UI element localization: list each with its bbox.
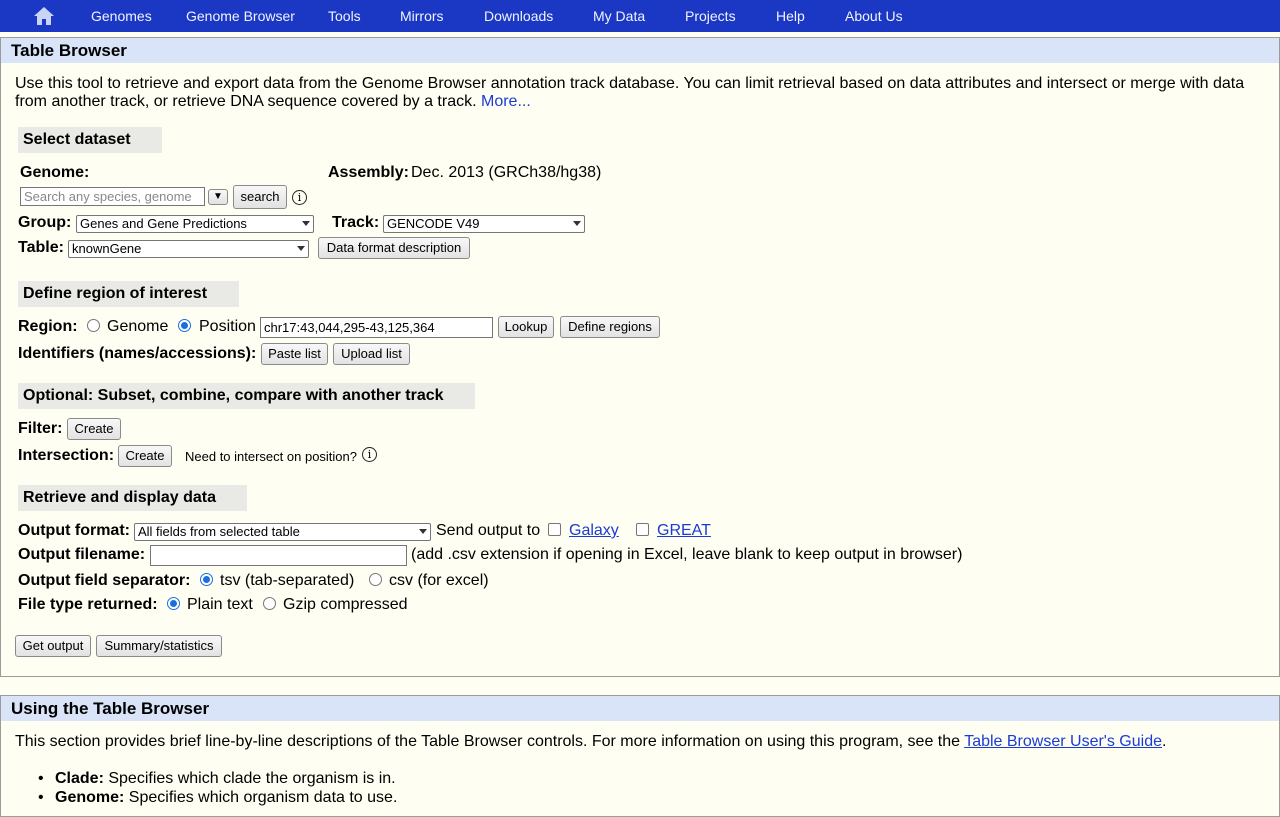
lookup-button[interactable]: Lookup <box>498 316 554 338</box>
panel-title: Using the Table Browser <box>1 696 1279 721</box>
assembly-label: Assembly: <box>328 164 409 181</box>
house-icon[interactable] <box>33 6 55 26</box>
output-filename-input[interactable] <box>150 545 407 566</box>
using-intro-text: This section provides brief line-by-line… <box>15 733 1167 750</box>
filter-create-button[interactable]: Create <box>67 418 121 440</box>
send-output-label: Send output to <box>436 522 541 539</box>
retrieve-heading: Retrieve and display data <box>18 485 247 511</box>
top-nav-bar: Genomes Genome Browser Tools Mirrors Dow… <box>0 0 1280 32</box>
summary-statistics-button[interactable]: Summary/statistics <box>96 635 222 657</box>
filter-label: Filter: <box>18 420 63 437</box>
nav-help[interactable]: Help <box>776 8 805 24</box>
upload-list-button[interactable]: Upload list <box>333 343 410 365</box>
panel-title: Table Browser <box>1 38 1279 63</box>
nav-projects[interactable]: Projects <box>685 8 736 24</box>
chevron-down-icon <box>297 246 305 251</box>
plain-text-label: Plain text <box>187 596 253 613</box>
list-item: • Clade: Specifies which clade the organi… <box>38 770 396 787</box>
users-guide-link[interactable]: Table Browser User's Guide <box>964 733 1162 750</box>
track-label: Track: <box>332 214 380 231</box>
genome-label: Genome: <box>20 164 90 181</box>
table-label: Table: <box>18 239 64 256</box>
info-icon[interactable]: i <box>362 447 377 462</box>
nav-tools[interactable]: Tools <box>328 8 361 24</box>
paste-list-button[interactable]: Paste list <box>261 343 328 365</box>
galaxy-link[interactable]: Galaxy <box>569 522 619 540</box>
plain-text-radio[interactable] <box>167 597 180 610</box>
csv-radio[interactable] <box>369 573 382 586</box>
tsv-label: tsv (tab-separated) <box>220 572 355 589</box>
track-select[interactable]: GENCODE V49 <box>383 215 585 233</box>
intersection-create-button[interactable]: Create <box>118 445 172 467</box>
identifiers-label: Identifiers (names/accessions): <box>18 345 257 362</box>
chevron-down-icon <box>302 221 310 226</box>
group-label: Group: <box>18 214 72 231</box>
optional-heading: Optional: Subset, combine, compare with … <box>18 383 475 409</box>
output-format-select[interactable]: All fields from selected table <box>134 523 431 541</box>
list-item: • Genome: Specifies which organism data t… <box>38 789 398 806</box>
define-regions-button[interactable]: Define regions <box>560 316 660 338</box>
get-output-button[interactable]: Get output <box>15 635 91 657</box>
galaxy-checkbox[interactable] <box>548 523 561 536</box>
output-filename-label: Output filename: <box>18 546 146 563</box>
data-format-description-button[interactable]: Data format description <box>318 237 470 259</box>
csv-label: csv (for excel) <box>389 572 489 589</box>
intersection-label: Intersection: <box>18 447 115 464</box>
genome-dropdown-button[interactable]: ▼ <box>208 189 228 205</box>
group-select[interactable]: Genes and Gene Predictions <box>76 215 314 233</box>
separator-label: Output field separator: <box>18 572 191 589</box>
position-input[interactable]: chr17:43,044,295-43,125,364 <box>260 317 493 338</box>
define-region-heading: Define region of interest <box>18 281 239 307</box>
table-select[interactable]: knownGene <box>68 240 309 258</box>
great-checkbox[interactable] <box>636 523 649 536</box>
file-type-label: File type returned: <box>18 596 158 613</box>
nav-genomes[interactable]: Genomes <box>91 8 152 24</box>
nav-about-us[interactable]: About Us <box>845 8 903 24</box>
region-position-radio[interactable] <box>178 319 191 332</box>
gzip-radio[interactable] <box>263 597 276 610</box>
nav-genome-browser[interactable]: Genome Browser <box>186 8 295 24</box>
nav-mirrors[interactable]: Mirrors <box>400 8 444 24</box>
select-dataset-heading: Select dataset <box>18 127 162 153</box>
filename-note: (add .csv extension if opening in Excel,… <box>411 546 963 563</box>
region-genome-radio[interactable] <box>87 319 100 332</box>
genome-search-button[interactable]: search <box>233 185 287 209</box>
region-genome-label: Genome <box>107 318 169 335</box>
tsv-radio[interactable] <box>200 573 213 586</box>
chevron-down-icon <box>573 221 581 226</box>
intro-text: Use this tool to retrieve and export dat… <box>15 75 1245 110</box>
nav-my-data[interactable]: My Data <box>593 8 645 24</box>
region-position-label: Position <box>199 318 256 335</box>
more-link[interactable]: More... <box>481 93 531 110</box>
gzip-label: Gzip compressed <box>283 596 408 613</box>
intersect-note: Need to intersect on position? <box>185 449 357 464</box>
output-format-label: Output format: <box>18 522 130 539</box>
assembly-value: Dec. 2013 (GRCh38/hg38) <box>411 164 602 181</box>
great-link[interactable]: GREAT <box>657 522 711 540</box>
region-label: Region: <box>18 318 78 335</box>
genome-search-input[interactable]: Search any species, genome or assembly n… <box>20 187 205 206</box>
chevron-down-icon <box>419 529 427 534</box>
nav-downloads[interactable]: Downloads <box>484 8 553 24</box>
info-icon[interactable]: i <box>292 190 307 205</box>
